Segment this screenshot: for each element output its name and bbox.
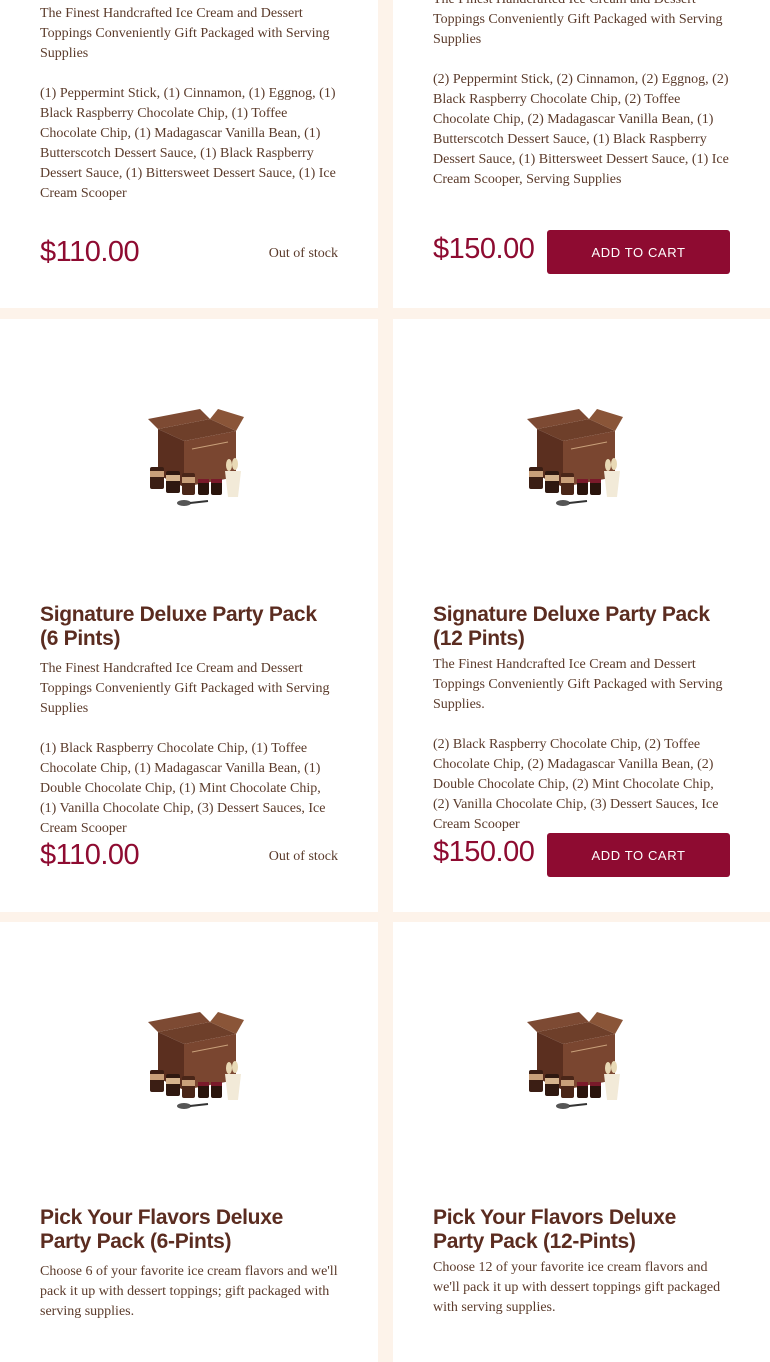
gift-box-party-pack-image[interactable] xyxy=(140,1012,250,1112)
gift-box-party-pack-image[interactable] xyxy=(140,409,250,509)
product-title-link[interactable]: Pick Your Flavors Deluxe Party Pack (12-… xyxy=(433,1206,730,1254)
product-card: Signature Deluxe Party Pack (12 Pints) T… xyxy=(393,319,770,912)
product-card: Pick Your Flavors Deluxe Party Pack (12-… xyxy=(393,922,770,1362)
product-contents: (1) Peppermint Stick, (1) Cinnamon, (1) … xyxy=(40,86,336,201)
product-card: Pick Your Flavors Deluxe Party Pack (6-P… xyxy=(0,922,378,1362)
product-tagline: The Finest Handcrafted Ice Cream and Des… xyxy=(433,0,723,47)
product-tagline: The Finest Handcrafted Ice Cream and Des… xyxy=(433,657,723,712)
product-card: Signature Deluxe Party Pack (6 Pints) Th… xyxy=(0,319,378,912)
add-to-cart-button[interactable]: ADD TO CART xyxy=(547,230,730,274)
product-contents: (2) Black Raspberry Chocolate Chip, (2) … xyxy=(433,737,719,832)
product-card: The Finest Handcrafted Ice Cream and Des… xyxy=(0,0,378,308)
product-contents: (2) Peppermint Stick, (2) Cinnamon, (2) … xyxy=(433,72,729,187)
product-tagline: The Finest Handcrafted Ice Cream and Des… xyxy=(40,6,330,61)
gift-box-party-pack-image[interactable] xyxy=(519,409,629,509)
product-tagline: Choose 12 of your favorite ice cream fla… xyxy=(433,1260,721,1315)
product-title-link[interactable]: Pick Your Flavors Deluxe Party Pack (6-P… xyxy=(40,1206,338,1254)
stock-status: Out of stock xyxy=(268,849,338,864)
product-price: $110.00 xyxy=(40,236,140,268)
product-price: $110.00 xyxy=(40,839,140,871)
product-tagline: The Finest Handcrafted Ice Cream and Des… xyxy=(40,661,330,716)
product-tagline: Choose 6 of your favorite ice cream flav… xyxy=(40,1264,338,1319)
gift-box-party-pack-image[interactable] xyxy=(519,1012,629,1112)
product-price: $150.00 xyxy=(433,836,535,868)
add-to-cart-button[interactable]: ADD TO CART xyxy=(547,833,730,877)
product-contents: (1) Black Raspberry Chocolate Chip, (1) … xyxy=(40,741,326,836)
product-price: $150.00 xyxy=(433,233,535,265)
stock-status: Out of stock xyxy=(268,246,338,261)
product-title-link[interactable]: Signature Deluxe Party Pack (12 Pints) xyxy=(433,603,730,651)
product-card: The Finest Handcrafted Ice Cream and Des… xyxy=(393,0,770,308)
product-title-link[interactable]: Signature Deluxe Party Pack (6 Pints) xyxy=(40,603,338,651)
